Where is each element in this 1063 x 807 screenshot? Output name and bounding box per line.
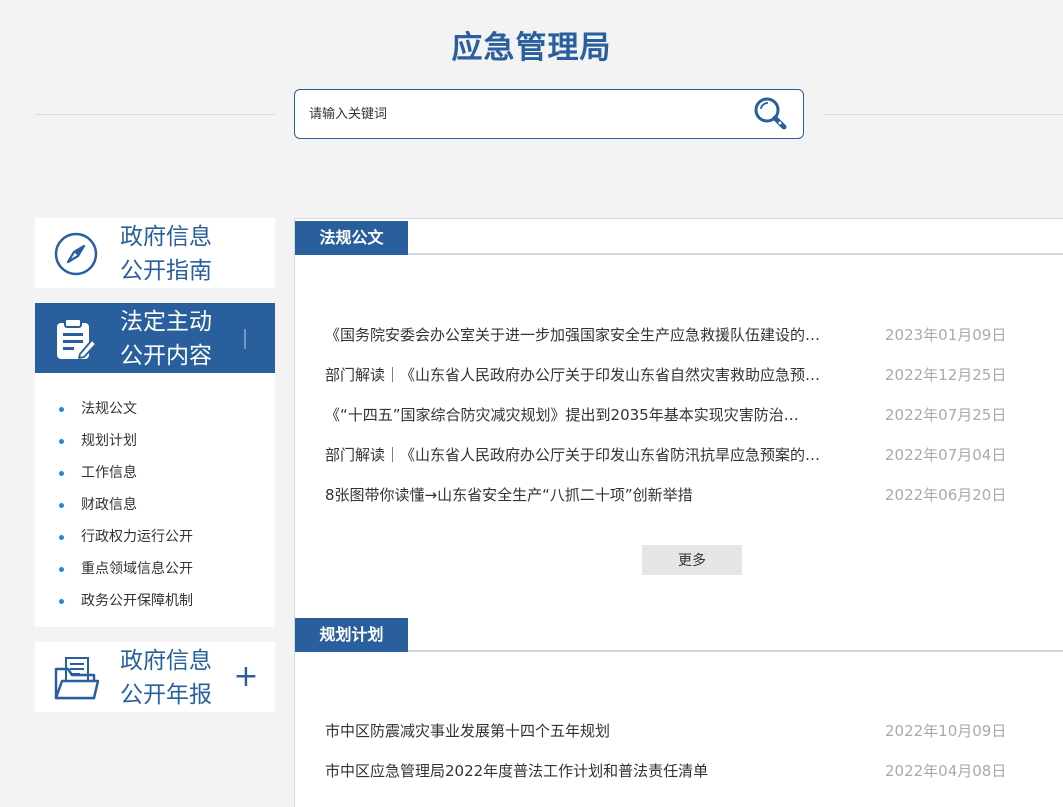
label-line-1: 政府信息 xyxy=(120,224,212,250)
news-title[interactable]: 《国务院安委会办公室关于进一步加强国家安全生产应急救援队伍建设的… xyxy=(325,315,865,355)
news-date: 2022年07月04日 xyxy=(885,446,1007,464)
sidebar-card-guide: 政府信息 公开指南 xyxy=(35,218,275,288)
tab-plans[interactable]: 规划计划 xyxy=(295,618,408,652)
list-item[interactable]: 部门解读｜《山东省人民政府办公厅关于印发山东省自然灾害救助应急预… 2022年1… xyxy=(325,355,1025,395)
search-box xyxy=(294,89,804,139)
news-title[interactable]: 部门解读｜《山东省人民政府办公厅关于印发山东省防汛抗旱应急预案的… xyxy=(325,435,865,475)
sidebar-card-guide-label: 政府信息 公开指南 xyxy=(120,220,240,288)
label-line-2: 公开内容 xyxy=(120,343,212,369)
news-date: 2022年06月20日 xyxy=(885,486,1007,504)
header-divider-right xyxy=(823,114,1063,115)
news-date: 2022年10月09日 xyxy=(885,722,1007,740)
list-item[interactable]: 8张图带你读懂→山东省安全生产“八抓二十项”创新举措 2022年06月20日 xyxy=(325,475,1025,515)
label-line-2: 公开指南 xyxy=(120,258,212,284)
header-divider-left xyxy=(35,114,275,115)
sidebar-item-label: 重点领域信息公开 xyxy=(81,561,193,577)
list-item[interactable]: 《“十四五”国家综合防灾减灾规划》提出到2035年基本实现灾害防治… 2022年… xyxy=(325,395,1025,435)
bullet-icon xyxy=(59,503,64,508)
label-line-1: 法定主动 xyxy=(120,309,212,335)
main-content: 法规公文 《国务院安委会办公室关于进一步加强国家安全生产应急救援队伍建设的… 2… xyxy=(294,218,1063,807)
sidebar-sub-list: 法规公文 规划计划 工作信息 财政信息 行政权力运行公开 重点领域信息公开 政务… xyxy=(35,373,275,617)
news-list: 市中区防震减灾事业发展第十四个五年规划 2022年10月09日 市中区应急管理局… xyxy=(325,711,1025,791)
search-input[interactable] xyxy=(309,102,729,126)
list-item[interactable]: 市中区防震减灾事业发展第十四个五年规划 2022年10月09日 xyxy=(325,711,1025,751)
sidebar-item-label: 政务公开保障机制 xyxy=(81,593,193,609)
sidebar-item-label: 规划计划 xyxy=(81,433,137,449)
sidebar-item-work-info[interactable]: 工作信息 xyxy=(35,457,275,489)
sidebar-card-active-content: 法定主动 公开内容 法规公文 规划计划 工作信息 财政信息 行政权力运行公开 重… xyxy=(35,303,275,627)
search-icon[interactable] xyxy=(751,94,791,134)
news-date: 2023年01月09日 xyxy=(885,326,1007,344)
bullet-icon xyxy=(59,407,64,412)
sidebar-card-active-header[interactable]: 法定主动 公开内容 xyxy=(35,303,275,373)
section-plans: 规划计划 市中区防震减灾事业发展第十四个五年规划 2022年10月09日 市中区… xyxy=(295,616,1063,780)
sidebar-card-annual-report-label: 政府信息 公开年报 xyxy=(120,644,240,712)
news-title[interactable]: 市中区应急管理局2022年度普法工作计划和普法责任清单 xyxy=(325,751,865,791)
news-list: 《国务院安委会办公室关于进一步加强国家安全生产应急救援队伍建设的… 2023年0… xyxy=(325,315,1025,515)
sidebar-item-label: 财政信息 xyxy=(81,497,137,513)
sidebar-card-annual-report: 政府信息 公开年报 + xyxy=(35,642,275,712)
label-line-2: 公开年报 xyxy=(120,682,212,708)
news-title[interactable]: 部门解读｜《山东省人民政府办公厅关于印发山东省自然灾害救助应急预… xyxy=(325,355,865,395)
collapse-bar-icon xyxy=(244,329,246,349)
label-line-1: 政府信息 xyxy=(120,648,212,674)
sidebar-item-safeguard[interactable]: 政务公开保障机制 xyxy=(35,585,275,617)
section-regulations: 法规公文 《国务院安委会办公室关于进一步加强国家安全生产应急救援队伍建设的… 2… xyxy=(295,219,1063,575)
sidebar-item-label: 法规公文 xyxy=(81,401,137,417)
bullet-icon xyxy=(59,567,64,572)
section-header: 规划计划 xyxy=(295,616,1063,652)
news-title[interactable]: 市中区防震减灾事业发展第十四个五年规划 xyxy=(325,711,865,751)
clipboard-edit-icon xyxy=(53,316,99,362)
sidebar-item-label: 行政权力运行公开 xyxy=(81,529,193,545)
compass-icon xyxy=(53,231,99,277)
sidebar-item-regulations[interactable]: 法规公文 xyxy=(35,393,275,425)
sidebar-item-plans[interactable]: 规划计划 xyxy=(35,425,275,457)
news-date: 2022年04月08日 xyxy=(885,762,1007,780)
bullet-icon xyxy=(59,599,64,604)
news-title[interactable]: 8张图带你读懂→山东省安全生产“八抓二十项”创新举措 xyxy=(325,475,865,515)
sidebar-card-active-label: 法定主动 公开内容 xyxy=(120,305,240,373)
more-button[interactable]: 更多 xyxy=(642,545,742,575)
sidebar-item-admin-power[interactable]: 行政权力运行公开 xyxy=(35,521,275,553)
news-date: 2022年12月25日 xyxy=(885,366,1007,384)
news-title[interactable]: 《“十四五”国家综合防灾减灾规划》提出到2035年基本实现灾害防治… xyxy=(325,395,865,435)
sidebar-card-annual-report-header[interactable]: 政府信息 公开年报 + xyxy=(35,642,275,712)
bullet-icon xyxy=(59,471,64,476)
tab-regulations[interactable]: 法规公文 xyxy=(295,221,408,255)
folder-documents-icon xyxy=(53,655,100,701)
page: 应急管理局 政府信息 公开指南 xyxy=(0,0,1063,807)
list-item[interactable]: 《国务院安委会办公室关于进一步加强国家安全生产应急救援队伍建设的… 2023年0… xyxy=(325,315,1025,355)
sidebar-card-guide-header[interactable]: 政府信息 公开指南 xyxy=(35,218,275,288)
section-header: 法规公文 xyxy=(295,219,1063,255)
list-item[interactable]: 部门解读｜《山东省人民政府办公厅关于印发山东省防汛抗旱应急预案的… 2022年0… xyxy=(325,435,1025,475)
sidebar-item-key-areas[interactable]: 重点领域信息公开 xyxy=(35,553,275,585)
bullet-icon xyxy=(59,535,64,540)
expand-plus-icon[interactable]: + xyxy=(232,660,260,694)
site-title: 应急管理局 xyxy=(451,30,612,66)
news-date: 2022年07月25日 xyxy=(885,406,1007,424)
sidebar-item-finance[interactable]: 财政信息 xyxy=(35,489,275,521)
sidebar-item-label: 工作信息 xyxy=(81,465,137,481)
list-item[interactable]: 市中区应急管理局2022年度普法工作计划和普法责任清单 2022年04月08日 xyxy=(325,751,1025,791)
bullet-icon xyxy=(59,439,64,444)
